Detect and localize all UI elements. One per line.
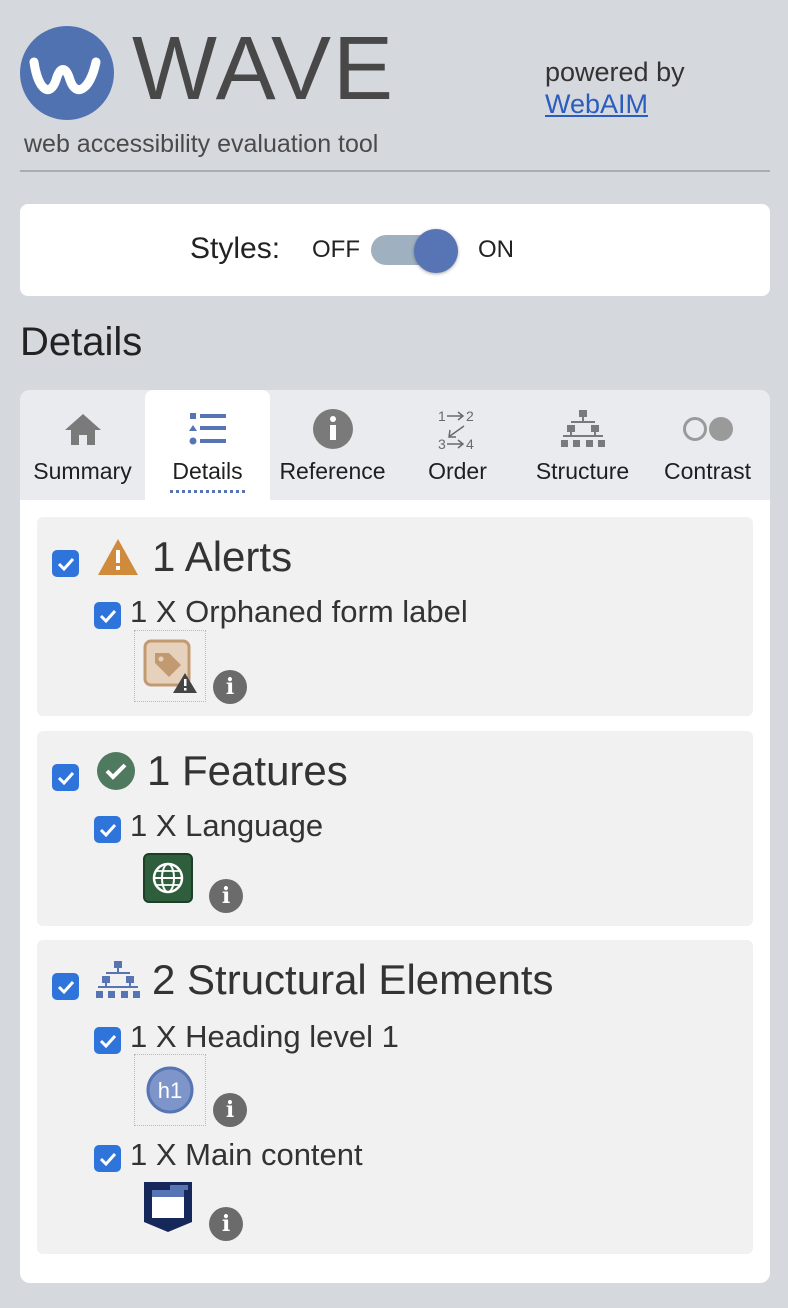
item-label: 1 X Orphaned form label	[130, 594, 468, 629]
app-header: WAVE web accessibility evaluation tool p…	[20, 19, 770, 172]
list-icon	[145, 408, 270, 450]
tab-details[interactable]: Details	[145, 390, 270, 500]
svg-text:3: 3	[438, 436, 446, 451]
check-circle-icon	[96, 751, 136, 796]
svg-text:2: 2	[466, 408, 474, 424]
tab-label: Reference	[279, 458, 386, 484]
details-panel: Summary Details Reference 1 2 3 4 Order …	[20, 390, 770, 1283]
logo-tagline: web accessibility evaluation tool	[24, 130, 379, 158]
item-checkbox[interactable]	[94, 816, 121, 843]
tab-label: Details	[145, 458, 270, 493]
home-icon	[20, 408, 145, 450]
wave-logo-icon	[20, 26, 114, 120]
item-checkbox[interactable]	[94, 1027, 121, 1054]
tab-label: Summary	[33, 458, 132, 484]
styles-label: Styles:	[190, 232, 281, 265]
svg-text:h1: h1	[158, 1078, 182, 1103]
main-content-icon[interactable]	[140, 1178, 196, 1234]
tab-reference[interactable]: Reference	[270, 390, 395, 500]
item-checkbox[interactable]	[94, 602, 121, 629]
tab-label: Contrast	[664, 458, 751, 484]
info-icon[interactable]: i	[209, 879, 243, 913]
item-label: 1 X Main content	[130, 1137, 363, 1172]
item-label: 1 X Language	[130, 808, 324, 843]
toggle-off-label: OFF	[312, 236, 360, 263]
tab-contrast[interactable]: Contrast	[645, 390, 770, 500]
h1-icon[interactable]: h1	[134, 1054, 206, 1126]
tab-structure[interactable]: Structure	[520, 390, 645, 500]
info-icon[interactable]: i	[213, 670, 247, 704]
page-title: Details	[20, 320, 143, 364]
svg-text:1: 1	[438, 408, 446, 424]
styles-toggle-bar: Styles: OFF ON	[20, 204, 770, 296]
group-title: 2 Structural Elements	[152, 956, 554, 1003]
powered-by: powered by WebAIM	[545, 56, 685, 120]
group-title: 1 Alerts	[152, 533, 293, 580]
powered-by-text: powered by	[545, 57, 685, 87]
group-title: 1 Features	[147, 747, 348, 794]
orphaned-label-icon[interactable]	[134, 630, 206, 702]
globe-icon[interactable]	[143, 853, 193, 903]
alert-triangle-icon	[96, 537, 140, 582]
toggle-on-label: ON	[478, 236, 514, 263]
toggle-knob[interactable]	[414, 229, 458, 273]
hierarchy-icon	[520, 408, 645, 450]
info-icon[interactable]: i	[209, 1207, 243, 1241]
info-icon	[270, 408, 395, 450]
tab-label: Structure	[535, 458, 630, 484]
alerts-checkbox[interactable]	[52, 550, 79, 577]
webaim-link[interactable]: WebAIM	[545, 89, 648, 119]
item-label: 1 X Heading level 1	[130, 1019, 399, 1054]
contrast-icon	[645, 408, 770, 450]
order-icon: 1 2 3 4	[395, 408, 520, 451]
logo-wordmark: WAVE	[132, 19, 396, 119]
tab-bar: Summary Details Reference 1 2 3 4 Order …	[20, 390, 770, 500]
item-checkbox[interactable]	[94, 1145, 121, 1172]
features-checkbox[interactable]	[52, 764, 79, 791]
structure-checkbox[interactable]	[52, 973, 79, 1000]
structure-group: 2 Structural Elements 1 X Heading level …	[37, 940, 753, 1254]
svg-text:4: 4	[466, 436, 474, 451]
features-group: 1 Features 1 X Language i	[37, 731, 753, 926]
tab-label: Order	[428, 458, 487, 484]
tab-summary[interactable]: Summary	[20, 390, 145, 500]
tab-order[interactable]: 1 2 3 4 Order	[395, 390, 520, 500]
info-icon[interactable]: i	[213, 1093, 247, 1127]
hierarchy-icon	[96, 960, 140, 1005]
alerts-group: 1 Alerts 1 X Orphaned form label i	[37, 517, 753, 716]
